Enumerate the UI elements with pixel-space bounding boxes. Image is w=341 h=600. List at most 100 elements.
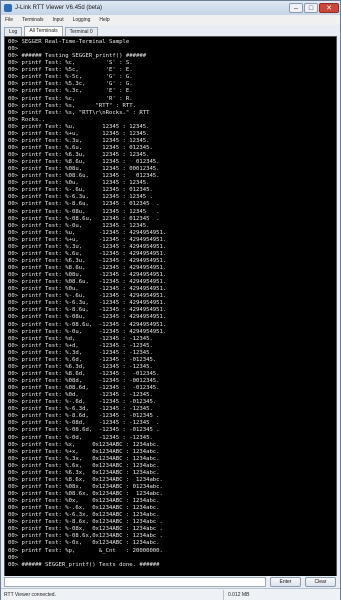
terminal-line: 00> printf Test: %-08u, 12345 : 12345 . [8, 208, 160, 215]
terminal-line: 00> printf Test: %+d, -12345 : -12345. [8, 342, 153, 349]
terminal-line: 00> printf Test: %6.3u, 12345 : 12345. [8, 152, 150, 158]
terminal-line: 00> printf Test: %p, &_Cnt : 20000000. [8, 547, 163, 554]
terminal-line: 00> printf Test: %.3d, -12345 : -12345. [8, 349, 153, 356]
tab-all-terminals[interactable]: All Terminals [24, 26, 63, 36]
clear-button[interactable]: Clear [305, 577, 336, 587]
terminal-line: 00> printf Test: %.6u, -12345 : 42949549… [8, 250, 167, 257]
terminal-line: 00> printf Test: %-08x, 0x1234ABC : 1234… [8, 526, 163, 533]
connection-status: RTT Viewer connected. [4, 591, 56, 598]
menu-file[interactable]: File [5, 17, 13, 23]
terminal-line: 00> printf Test: %8.6d, -12345 : -012345… [8, 370, 160, 377]
terminal-line: 00> printf Test: %.6u, 12345 : 012345. [8, 144, 153, 151]
enter-button[interactable]: Enter [270, 577, 301, 587]
menu-bar: File Terminals Input Logging Help [1, 15, 340, 25]
terminal-line: 00> printf Test: %-6.3d, -12345 : -12345… [8, 406, 153, 413]
terminal-line: 00> printf Test: %-0d, -12345 : -12345. [8, 434, 153, 441]
window-title: J-Link RTT Viewer V6.45d (beta) [15, 5, 103, 11]
terminal-line: 00> printf Test: %6.3u, -12345 : 4294954… [8, 257, 167, 264]
terminal-line: 00> printf Test: %.3x, 0x1234ABC : 1234a… [8, 455, 160, 462]
terminal-line: 00> printf Test: %-.6d, -12345 : -012345… [8, 399, 157, 406]
terminal-line: 00> printf Test: %c, 'S' : S. [8, 60, 133, 67]
terminal-line: 00> printf Test: %u, 12345 : 12345. [8, 123, 150, 130]
terminal-output[interactable]: 00> SEGGER Real-Time-Terminal Sample 00> 0… [4, 36, 337, 600]
terminal-line: 00> printf Test: %0d, -12345 : -12345. [8, 392, 153, 399]
terminal-line: 00> printf Test: %-.6u, -12345 : 4294954… [8, 293, 167, 300]
terminal-line: 00> printf Test: %-.6x, 0x1234ABC : 1234… [8, 505, 160, 512]
terminal-line: 00> printf Test: %.6x, 0x1234ABC : 1234a… [8, 462, 160, 469]
terminal-line: 00> [8, 46, 19, 53]
minimize-button[interactable]: – [289, 3, 303, 13]
terminal-line: 00> printf Test: %08x, 0x1234ABC : 01234… [8, 483, 163, 490]
maximize-button[interactable]: □ [304, 3, 318, 13]
terminal-line: 00> printf Test: %8.6u, 12345 : 012345. [8, 159, 160, 166]
terminal-line: 00> SEGGER Real-Time-Terminal Sample [8, 39, 130, 45]
tab-log[interactable]: Log [4, 27, 23, 36]
terminal-line: 00> printf Test: %-0x, 0x1234ABC : 1234a… [8, 540, 160, 547]
terminal-line: 00> printf Test: %08u, 12345 : 00012345. [8, 166, 160, 173]
terminal-line: 00> printf Test: %-0u, -12345 : 42949549… [8, 328, 167, 335]
terminal-line: 00> printf Test: %0u, 12345 : 12345. [8, 180, 150, 187]
terminal-line: 00> printf Test: %08.6d, -12345 : -01234… [8, 385, 160, 392]
terminal-lines: 00> SEGGER Real-Time-Terminal Sample 00> 0… [8, 39, 334, 599]
command-input[interactable] [4, 577, 266, 587]
rtt-viewer-window: J-Link RTT Viewer V6.45d (beta) – □ ✕ Fi… [0, 0, 341, 600]
terminal-line: 00> printf Test: %+u, -12345 : 429495495… [8, 236, 167, 243]
terminal-line: 00> printf Test: %d, -12345 : -12345. [8, 335, 153, 342]
menu-help[interactable]: Help [99, 17, 109, 23]
terminal-line: 00> Rocks.. [8, 116, 46, 123]
terminal-line: 00> printf Test: %-08.6d, -12345 : -0123… [8, 427, 160, 434]
terminal-line: 00> printf Test: %-.6u, 12345 : 012345. [8, 187, 153, 194]
terminal-line: 00> printf Test: %-08.6u, -12345 : 42949… [8, 321, 167, 328]
data-size: 0.012 MB [223, 589, 340, 600]
app-icon [4, 4, 12, 12]
terminal-line: 00> printf Test: %0u, -12345 : 429495495… [8, 286, 167, 293]
terminal-line: 00> printf Test: %0x, 0x1234ABC : 1234ab… [8, 498, 160, 505]
terminal-line: 00> [8, 554, 19, 561]
terminal-line: 00> printf Test: %-8.6d, -12345 : -01234… [8, 413, 160, 420]
terminal-line: 00> printf Test: %-5c, 'G' : G. [8, 74, 133, 81]
menu-logging[interactable]: Logging [73, 17, 91, 23]
terminal-line: 00> printf Test: %-8.6u, 12345 : 012345 … [8, 201, 160, 208]
terminal-line: 00> printf Test: %8.6u, -12345 : 4294954… [8, 265, 167, 271]
terminal-line: 00> printf Test: %+x, 0x1234ABC : 1234ab… [8, 448, 160, 455]
terminal-line: 00> printf Test: %+u, 12345 : 12345. [8, 130, 150, 137]
terminal-line: 00> printf Test: %-6.3u, -12345 : 429495… [8, 300, 167, 307]
tab-terminal-0[interactable]: Terminal 0 [64, 27, 98, 36]
terminal-line: 00> printf Test: %c, 'R' : R. [8, 95, 133, 102]
terminal-line: 00> printf Test: %-0u, 12345 : 12345. [8, 222, 150, 229]
terminal-line: 00> printf Test: %-08d, -12345 : -12345 … [8, 420, 160, 427]
terminal-line: 00> printf Test: %08.6u, 12345 : 012345. [8, 173, 160, 180]
input-row: Enter Clear [4, 576, 337, 588]
terminal-line: 00> printf Test: %.6d, -12345 : -012345. [8, 356, 157, 363]
terminal-line: 00> ###### SEGGER_printf() Tests done. #… [8, 561, 160, 568]
terminal-line: 00> printf Test: %5c, 'E' : E. [8, 67, 133, 74]
terminal-line: 00> printf Test: %s, "RTT\r\nRocks." : R… [8, 109, 150, 116]
terminal-line: 00> printf Test: %.3u, 12345 : 12345. [8, 137, 150, 144]
terminal-line: 00> printf Test: %08.6u, -12345 : 429495… [8, 279, 167, 286]
title-bar[interactable]: J-Link RTT Viewer V6.45d (beta) – □ ✕ [1, 1, 340, 15]
terminal-line: 00> printf Test: %08u, -12345 : 42949549… [8, 272, 167, 279]
terminal-line: 00> printf Test: %-6.3x, 0x1234ABC : 123… [8, 512, 160, 519]
terminal-line: 00> printf Test: %u, -12345 : 4294954951… [8, 229, 167, 236]
terminal-line: 00> printf Test: %6.3x, 0x1234ABC : 1234… [8, 469, 160, 476]
terminal-line: 00> printf Test: %-6.3u, 12345 : 12345 . [8, 194, 153, 201]
menu-input[interactable]: Input [52, 17, 63, 23]
terminal-line: 00> printf Test: %5.3c, 'G' : G. [8, 81, 133, 88]
terminal-line: 00> printf Test: %6.3d, -12345 : -12345. [8, 363, 153, 370]
terminal-line: 00> printf Test: %8.6x, 0x1234ABC : 1234… [8, 476, 163, 483]
menu-terminals[interactable]: Terminals [22, 17, 43, 23]
terminal-line: 00> printf Test: %-8.6u, -12345 : 429495… [8, 307, 167, 314]
terminal-line: 00> printf Test: %.3c, 'E' : E. [8, 88, 133, 95]
terminal-line: 00> ###### Testing SEGGER_printf() #####… [8, 53, 147, 60]
terminal-line: 00> printf Test: %-08.6u, 12345 : 012345… [8, 215, 160, 222]
terminal-line: 00> printf Test: %-08u, -12345 : 4294954… [8, 314, 167, 321]
terminal-line: 00> printf Test: %08.6x, 0x1234ABC : 123… [8, 491, 163, 497]
terminal-line: 00> printf Test: %-08.6x,0x1234ABC : 123… [8, 533, 163, 540]
status-bar: RTT Viewer connected. 0.012 MB [1, 588, 340, 600]
close-button[interactable]: ✕ [319, 3, 339, 13]
terminal-line: 00> printf Test: %x, 0x1234ABC : 1234abc… [8, 441, 160, 448]
terminal-line: 00> printf Test: %.3u, -12345 : 42949549… [8, 243, 167, 250]
terminal-line: 00> printf Test: %-8.6x, 0x1234ABC : 123… [8, 519, 163, 526]
terminal-line: 00> printf Test: %08d, -12345 : -0012345… [8, 378, 160, 384]
terminal-line: 00> printf Test: %s, "RTT" : RTT. [8, 102, 136, 109]
